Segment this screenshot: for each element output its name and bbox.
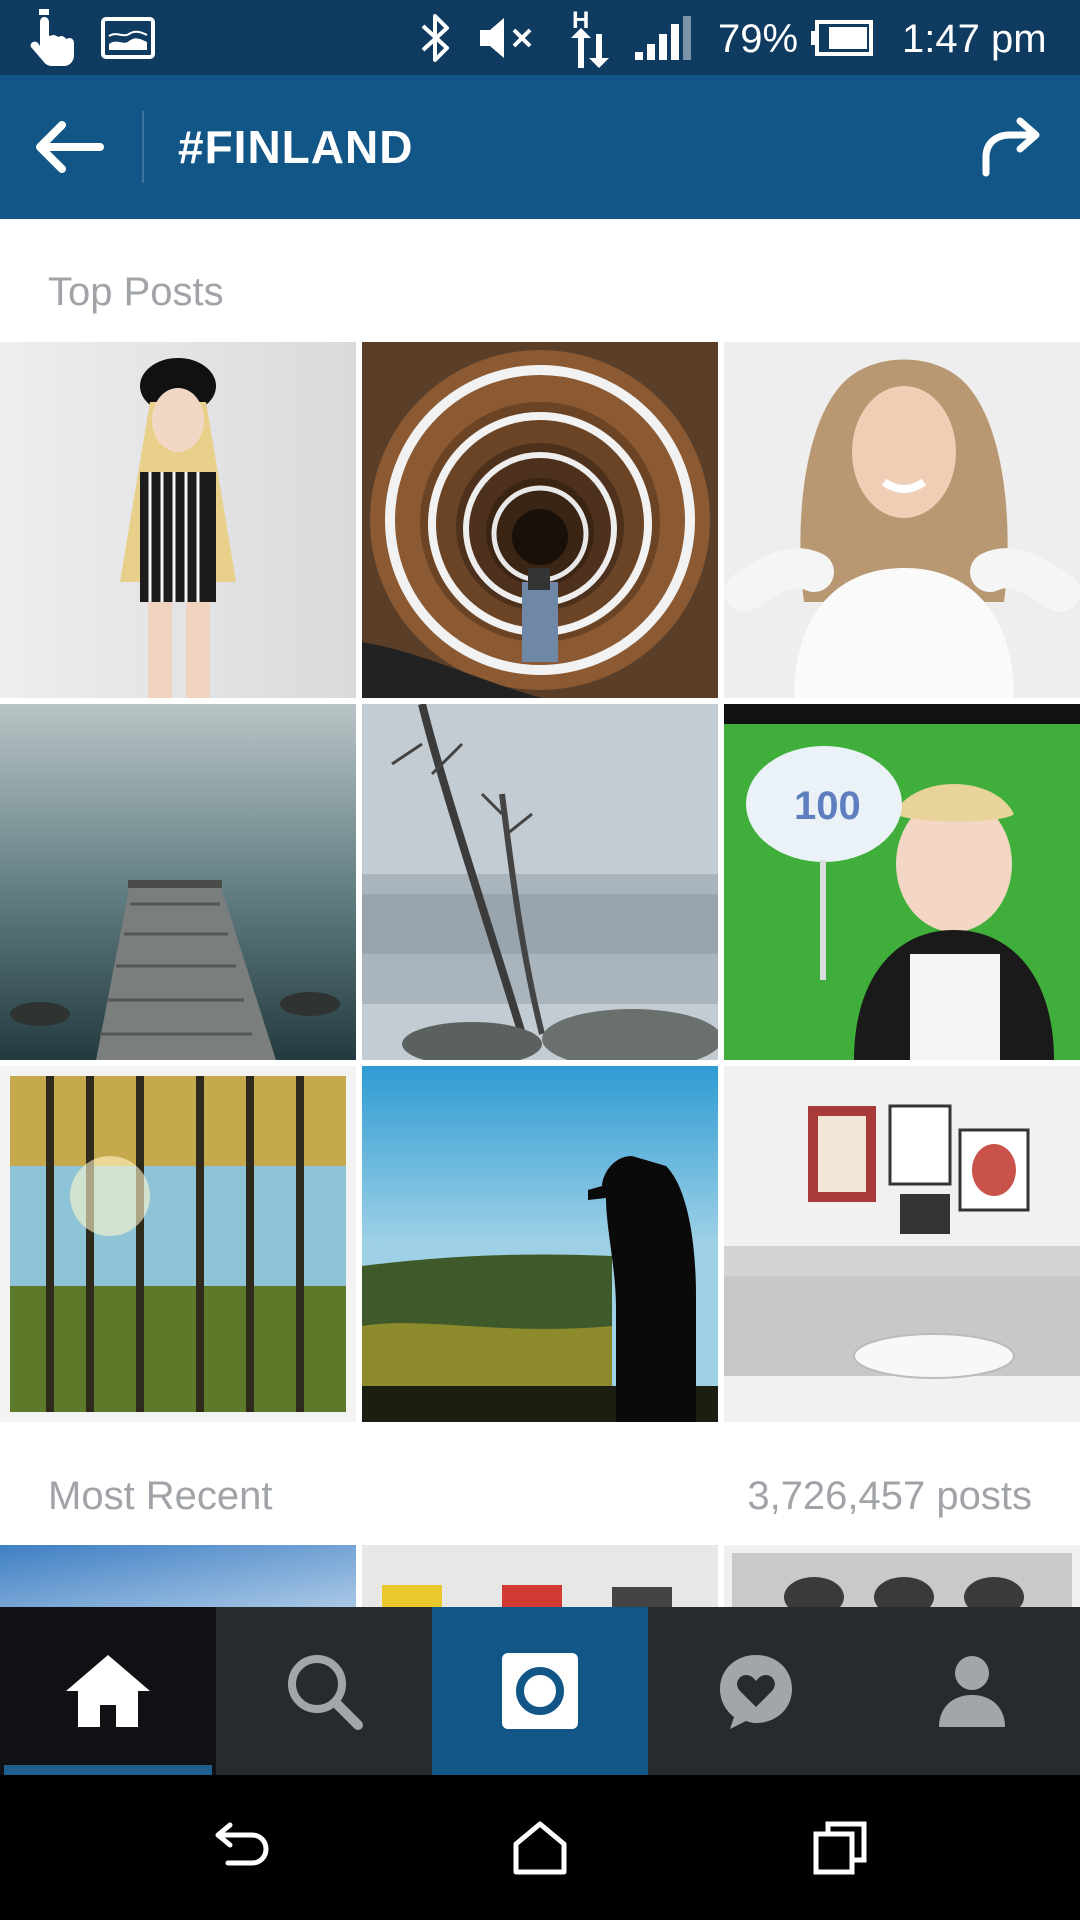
home-outline-icon xyxy=(513,1821,567,1874)
back-icon xyxy=(215,1822,269,1865)
recents-icon xyxy=(813,1821,867,1874)
bluetooth-icon xyxy=(412,0,458,75)
recent-post-thumbnail[interactable] xyxy=(0,1545,356,1607)
bottom-navigation xyxy=(0,1607,1080,1775)
system-recents-button[interactable] xyxy=(780,1775,900,1920)
battery-icon xyxy=(810,0,880,75)
image-icon xyxy=(98,0,158,75)
most-recent-label: Most Recent xyxy=(48,1474,273,1518)
share-button[interactable] xyxy=(970,111,1050,183)
camera-icon xyxy=(502,1653,578,1729)
post-thumbnail-living-room[interactable] xyxy=(724,1066,1080,1422)
share-arrow-icon xyxy=(982,117,1040,177)
post-thumbnail-woman-holding-sign[interactable]: 100 xyxy=(724,704,1080,1060)
clock: 1:47 pm xyxy=(902,17,1047,61)
back-button[interactable] xyxy=(28,111,108,183)
app-bar-divider xyxy=(142,111,144,183)
mute-icon xyxy=(474,0,538,75)
home-icon xyxy=(66,1655,150,1727)
status-bar: H 79% 1:47 pm xyxy=(0,0,1080,75)
h-data-icon: H xyxy=(560,0,616,75)
system-navigation-bar xyxy=(0,1775,1080,1920)
profile-icon xyxy=(939,1656,1005,1727)
system-back-button[interactable] xyxy=(180,1775,300,1920)
page-title: #FINLAND xyxy=(178,121,414,173)
top-posts-grid: 100 xyxy=(0,342,1080,1422)
top-posts-label: Top Posts xyxy=(48,270,224,314)
post-thumbnail-photographer-silhouette[interactable] xyxy=(362,1066,718,1422)
post-count: 3,726,457 posts xyxy=(747,1474,1032,1518)
search-icon xyxy=(288,1655,363,1730)
nav-home[interactable] xyxy=(0,1607,216,1775)
post-thumbnail-foggy-trees[interactable] xyxy=(362,704,718,1060)
app-bar: #FINLAND xyxy=(0,75,1080,219)
nav-camera[interactable] xyxy=(432,1607,648,1775)
post-thumbnail-woman-striped-romper[interactable] xyxy=(0,342,356,698)
battery-percent: 79% xyxy=(718,17,799,61)
touch-icon xyxy=(20,0,90,75)
activity-heart-icon xyxy=(720,1655,792,1729)
svg-text:100: 100 xyxy=(794,784,861,828)
nav-search[interactable] xyxy=(216,1607,432,1775)
system-home-button[interactable] xyxy=(480,1775,600,1920)
nav-profile[interactable] xyxy=(864,1607,1080,1775)
arrow-left-icon xyxy=(36,121,104,173)
recent-post-thumbnail[interactable] xyxy=(724,1545,1080,1607)
active-tab-indicator xyxy=(4,1765,212,1775)
nav-activity[interactable] xyxy=(648,1607,864,1775)
post-thumbnail-misty-pier[interactable] xyxy=(0,704,356,1060)
post-thumbnail-spiral-staircase[interactable] xyxy=(362,342,718,698)
signal-icon xyxy=(630,0,696,75)
post-thumbnail-autumn-forest[interactable] xyxy=(0,1066,356,1422)
most-recent-grid xyxy=(0,1545,1080,1607)
recent-post-thumbnail[interactable] xyxy=(362,1545,718,1607)
post-thumbnail-smiling-woman[interactable] xyxy=(724,342,1080,698)
